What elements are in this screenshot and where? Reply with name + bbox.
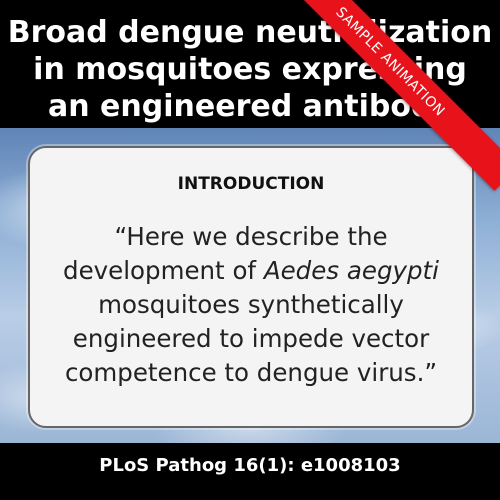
quote-line-1: “Here we describe the: [114, 222, 388, 251]
quote-line-3: mosquitoes synthetically: [98, 290, 404, 319]
quote-line-5: competence to dengue virus.”: [64, 358, 438, 387]
title-line-1: Broad dengue neutralization: [7, 15, 493, 50]
species-name: Aedes aegypti: [263, 256, 439, 285]
quote-card: INTRODUCTION “Here we describe the devel…: [28, 146, 474, 428]
citation: PLoS Pathog 16(1): e1008103: [99, 455, 401, 476]
quote-text: “Here we describe the development of Aed…: [30, 220, 472, 390]
quote-line-2: development of Aedes aegypti: [30, 254, 472, 288]
section-heading: INTRODUCTION: [177, 174, 325, 194]
quote-line-2-text: development of: [63, 256, 264, 285]
quote-line-4: engineered to impede vector: [72, 324, 430, 353]
